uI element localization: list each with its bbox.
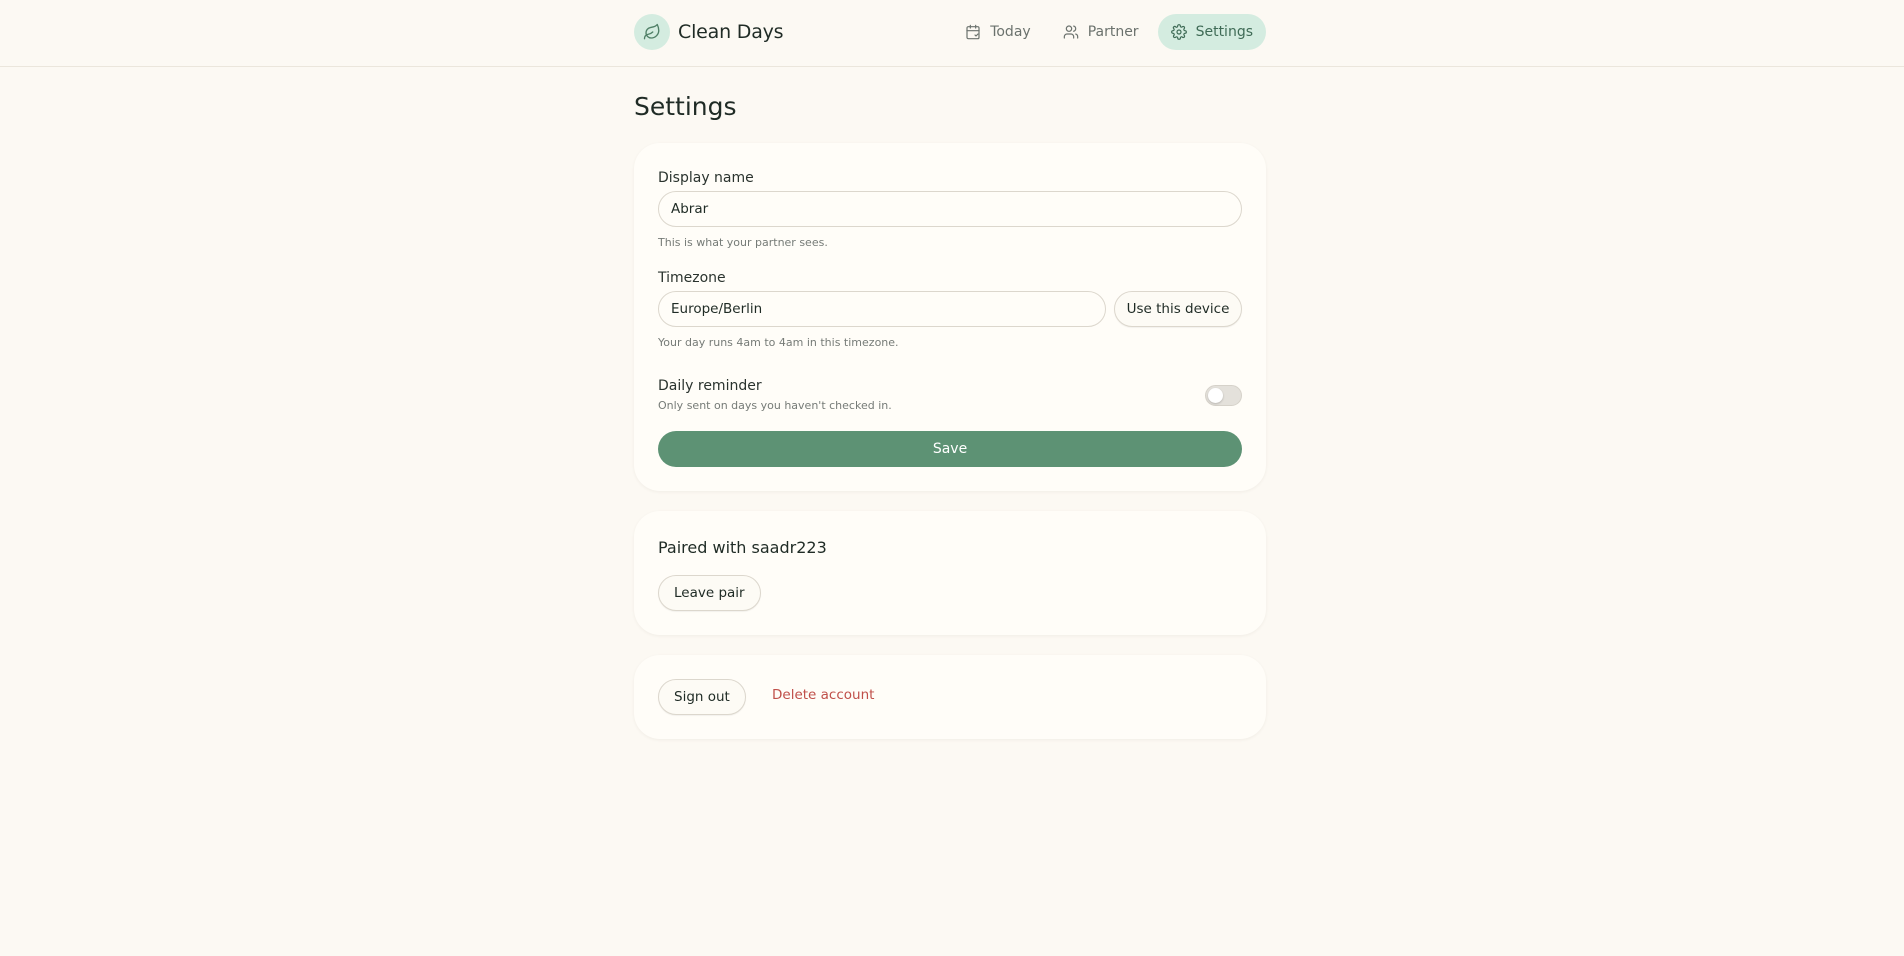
display-name-input[interactable] [658,191,1242,227]
daily-reminder-hint: Only sent on days you haven't checked in… [658,399,892,412]
nav-label: Settings [1195,24,1253,40]
display-name-hint: This is what your partner sees. [658,236,828,249]
leaf-icon [634,14,670,50]
calendar-icon [966,24,980,40]
pair-card: Paired with saadr223 Leave pair [634,511,1266,635]
account-card: Sign out Delete account [634,655,1266,739]
pair-title: Paired with saadr223 [658,538,827,557]
timezone-hint: Your day runs 4am to 4am in this timezon… [658,336,899,349]
leave-pair-button[interactable]: Leave pair [658,575,761,611]
brand[interactable]: Clean Days [634,14,784,50]
nav-item-today[interactable]: Today [952,14,1044,50]
timezone-label: Timezone [658,270,726,286]
gear-icon [1170,24,1187,40]
page-title: Settings [634,92,737,121]
toggle-knob [1208,388,1223,403]
display-name-label: Display name [658,170,754,186]
sign-out-button[interactable]: Sign out [658,679,746,715]
main-nav: Today Partner Settings [952,14,1266,50]
top-bar: Clean Days Today Partner Settings [0,0,1904,67]
daily-reminder-label: Daily reminder [658,378,762,394]
use-this-device-button[interactable]: Use this device [1114,291,1242,327]
nav-item-partner[interactable]: Partner [1050,14,1152,50]
delete-account-link[interactable]: Delete account [772,687,874,703]
save-button[interactable]: Save [658,431,1242,467]
daily-reminder-toggle[interactable] [1205,385,1242,406]
timezone-input[interactable] [658,291,1106,327]
nav-label: Partner [1087,24,1139,40]
app-name: Clean Days [678,21,784,43]
nav-label: Today [990,24,1031,40]
users-icon [1063,25,1078,39]
settings-card: Display name This is what your partner s… [634,143,1266,491]
nav-item-settings[interactable]: Settings [1157,14,1266,50]
